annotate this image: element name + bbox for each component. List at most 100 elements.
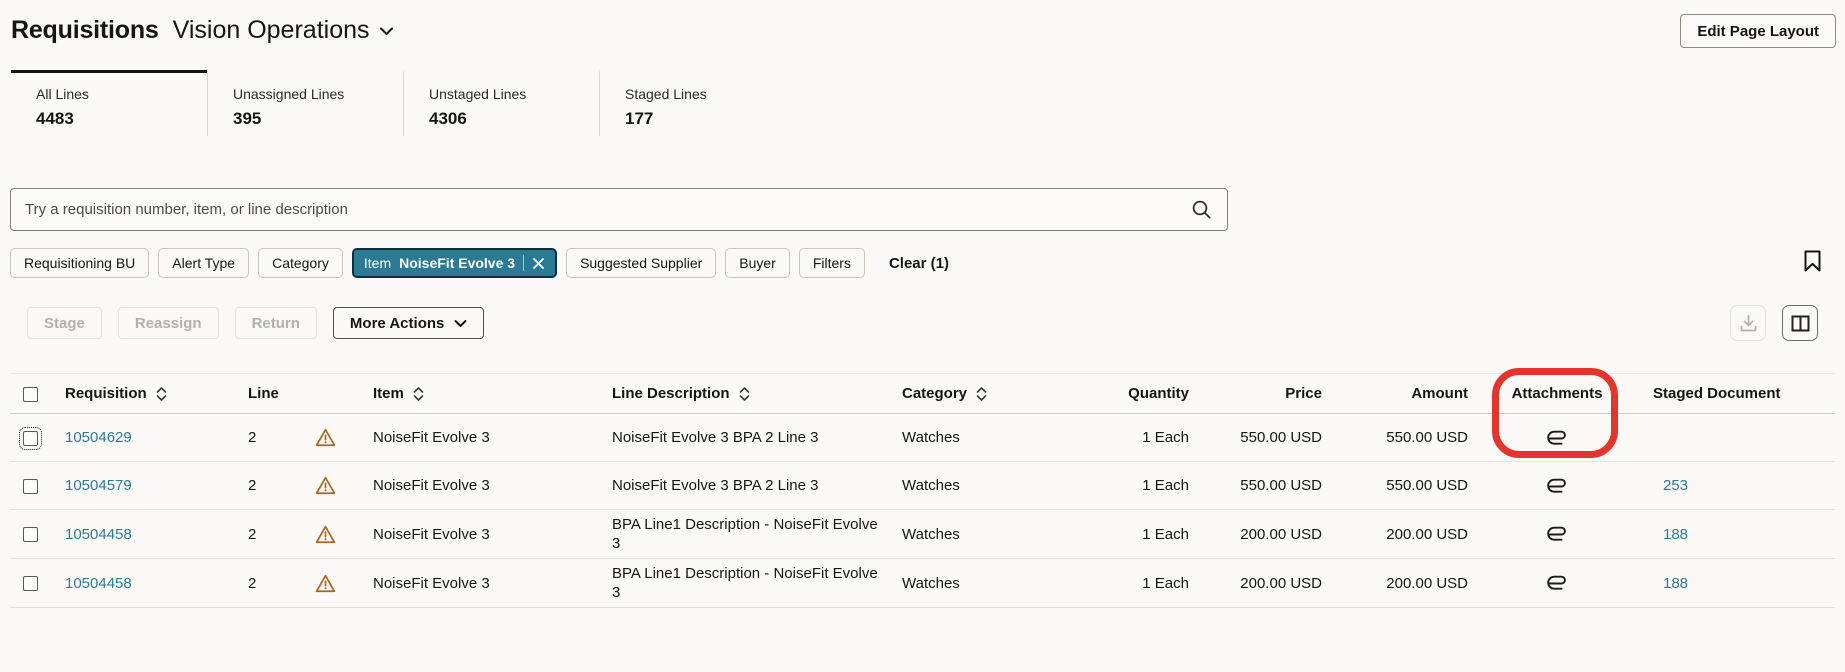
row-select-cell (10, 569, 55, 598)
row-checkbox[interactable] (23, 431, 38, 446)
search-input[interactable] (11, 201, 1191, 218)
attachment-paperclip-icon[interactable] (1546, 430, 1569, 447)
column-header-item[interactable]: Item (363, 379, 602, 408)
stage-button[interactable]: Stage (27, 307, 102, 339)
row-select-cell (10, 471, 55, 500)
column-header-category[interactable]: Category (892, 379, 1040, 408)
stat-label: Unstaged Lines (429, 86, 599, 102)
quantity-cell: 1 Each (1040, 471, 1192, 500)
table-row: 105044582NoiseFit Evolve 3BPA Line1 Desc… (10, 510, 1835, 559)
sort-icon[interactable] (739, 386, 750, 402)
requisition-link[interactable]: 10504458 (65, 575, 132, 592)
amount-cell: 550.00 USD (1325, 423, 1471, 452)
line-cell: 2 (238, 520, 305, 549)
staged-document-cell: 188 (1643, 569, 1835, 598)
stat-value: 177 (625, 109, 795, 129)
item-cell: NoiseFit Evolve 3 (363, 471, 602, 500)
quantity-cell: 1 Each (1040, 423, 1192, 452)
warning-icon[interactable] (315, 476, 336, 495)
stat-tab-staged-lines[interactable]: Staged Lines 177 (599, 70, 795, 136)
filter-chip-filters[interactable]: Filters (799, 248, 865, 278)
filter-chip-category[interactable]: Category (258, 248, 343, 278)
column-header-requisition[interactable]: Requisition (55, 379, 238, 408)
alert-cell (305, 568, 363, 598)
filter-chip-suggested-supplier[interactable]: Suggested Supplier (566, 248, 716, 278)
business-unit-selector[interactable]: Vision Operations (173, 16, 394, 45)
column-header-staged-document: Staged Document (1643, 379, 1835, 408)
search-icon[interactable] (1191, 199, 1212, 220)
column-label: Staged Document (1653, 384, 1781, 403)
actions-row: Stage Reassign Return More Actions (27, 307, 484, 339)
warning-icon[interactable] (315, 428, 336, 447)
quantity-cell: 1 Each (1040, 569, 1192, 598)
sort-icon[interactable] (156, 386, 167, 402)
clear-filters-button[interactable]: Clear (1) (883, 254, 955, 273)
chip-label: Filters (813, 255, 851, 271)
requisition-link[interactable]: 10504458 (65, 526, 132, 543)
stat-tab-unstaged-lines[interactable]: Unstaged Lines 4306 (403, 70, 599, 136)
columns-layout-button[interactable] (1782, 305, 1818, 341)
item-cell: NoiseFit Evolve 3 (363, 569, 602, 598)
requisition-link[interactable]: 10504579 (65, 477, 132, 494)
return-button[interactable]: Return (235, 307, 317, 339)
chip-label: Suggested Supplier (580, 255, 702, 271)
column-header-attachments: Attachments (1471, 379, 1643, 408)
stat-label: All Lines (36, 86, 207, 102)
column-label: Requisition (65, 384, 147, 403)
row-checkbox[interactable] (23, 527, 38, 542)
staged-document-link[interactable]: 253 (1663, 477, 1688, 494)
stat-value: 395 (233, 109, 403, 129)
edit-page-layout-button[interactable]: Edit Page Layout (1680, 14, 1836, 48)
filter-chip-requisitioning-bu[interactable]: Requisitioning BU (10, 248, 149, 278)
requisition-link[interactable]: 10504629 (65, 429, 132, 446)
sort-icon[interactable] (976, 386, 987, 402)
column-label: Line (248, 384, 279, 403)
table-row: 105045792NoiseFit Evolve 3NoiseFit Evolv… (10, 462, 1835, 510)
filter-chip-alert-type[interactable]: Alert Type (158, 248, 249, 278)
row-select-cell (10, 520, 55, 549)
price-cell: 200.00 USD (1192, 569, 1325, 598)
select-all-cell (10, 379, 55, 408)
requisition-cell: 10504629 (55, 423, 238, 452)
requisition-cell: 10504458 (55, 520, 238, 549)
stat-tab-unassigned-lines[interactable]: Unassigned Lines 395 (207, 70, 403, 136)
attachments-cell (1471, 423, 1643, 452)
bookmark-icon[interactable] (1804, 250, 1821, 272)
business-unit-label: Vision Operations (173, 16, 370, 45)
column-header-amount: Amount (1325, 379, 1471, 408)
attachment-paperclip-icon[interactable] (1546, 575, 1569, 592)
attachment-paperclip-icon[interactable] (1546, 526, 1569, 543)
warning-icon[interactable] (315, 525, 336, 544)
staged-document-link[interactable]: 188 (1663, 575, 1688, 592)
sort-icon[interactable] (413, 386, 424, 402)
row-checkbox[interactable] (23, 576, 38, 591)
reassign-button[interactable]: Reassign (118, 307, 219, 339)
chip-label: Buyer (739, 255, 776, 271)
stat-tab-all-lines[interactable]: All Lines 4483 (11, 70, 207, 136)
filter-chip-buyer[interactable]: Buyer (725, 248, 790, 278)
warning-icon[interactable] (315, 574, 336, 593)
page-title: Requisitions (11, 16, 159, 45)
close-icon[interactable] (532, 257, 545, 270)
staged-document-cell: 188 (1643, 520, 1835, 549)
download-button[interactable] (1730, 305, 1766, 341)
stats-row: All Lines4483Unassigned Lines395Unstaged… (11, 70, 795, 136)
search-bar (10, 188, 1228, 231)
stat-value: 4483 (36, 109, 207, 129)
requisitions-page: Requisitions Vision Operations Edit Page… (0, 0, 1845, 672)
stat-value: 4306 (429, 109, 599, 129)
line-description-cell: NoiseFit Evolve 3 BPA 2 Line 3 (602, 471, 892, 500)
table-header-row: Requisition Line ItemLine DescriptionCateg… (10, 373, 1835, 414)
row-checkbox[interactable] (23, 479, 38, 494)
more-actions-button[interactable]: More Actions (333, 307, 484, 339)
stat-label: Unassigned Lines (233, 86, 403, 102)
stat-label: Staged Lines (625, 86, 795, 102)
price-cell: 550.00 USD (1192, 423, 1325, 452)
column-header-line-description[interactable]: Line Description (602, 379, 892, 408)
select-all-checkbox[interactable] (23, 387, 38, 402)
attachment-paperclip-icon[interactable] (1546, 478, 1569, 495)
amount-cell: 200.00 USD (1325, 520, 1471, 549)
staged-document-link[interactable]: 188 (1663, 526, 1688, 543)
requisition-lines-table: Requisition Line ItemLine DescriptionCateg… (10, 373, 1835, 608)
filter-chip-item-noisefit-evolve-3-active[interactable]: ItemNoiseFit Evolve 3 (352, 248, 557, 278)
